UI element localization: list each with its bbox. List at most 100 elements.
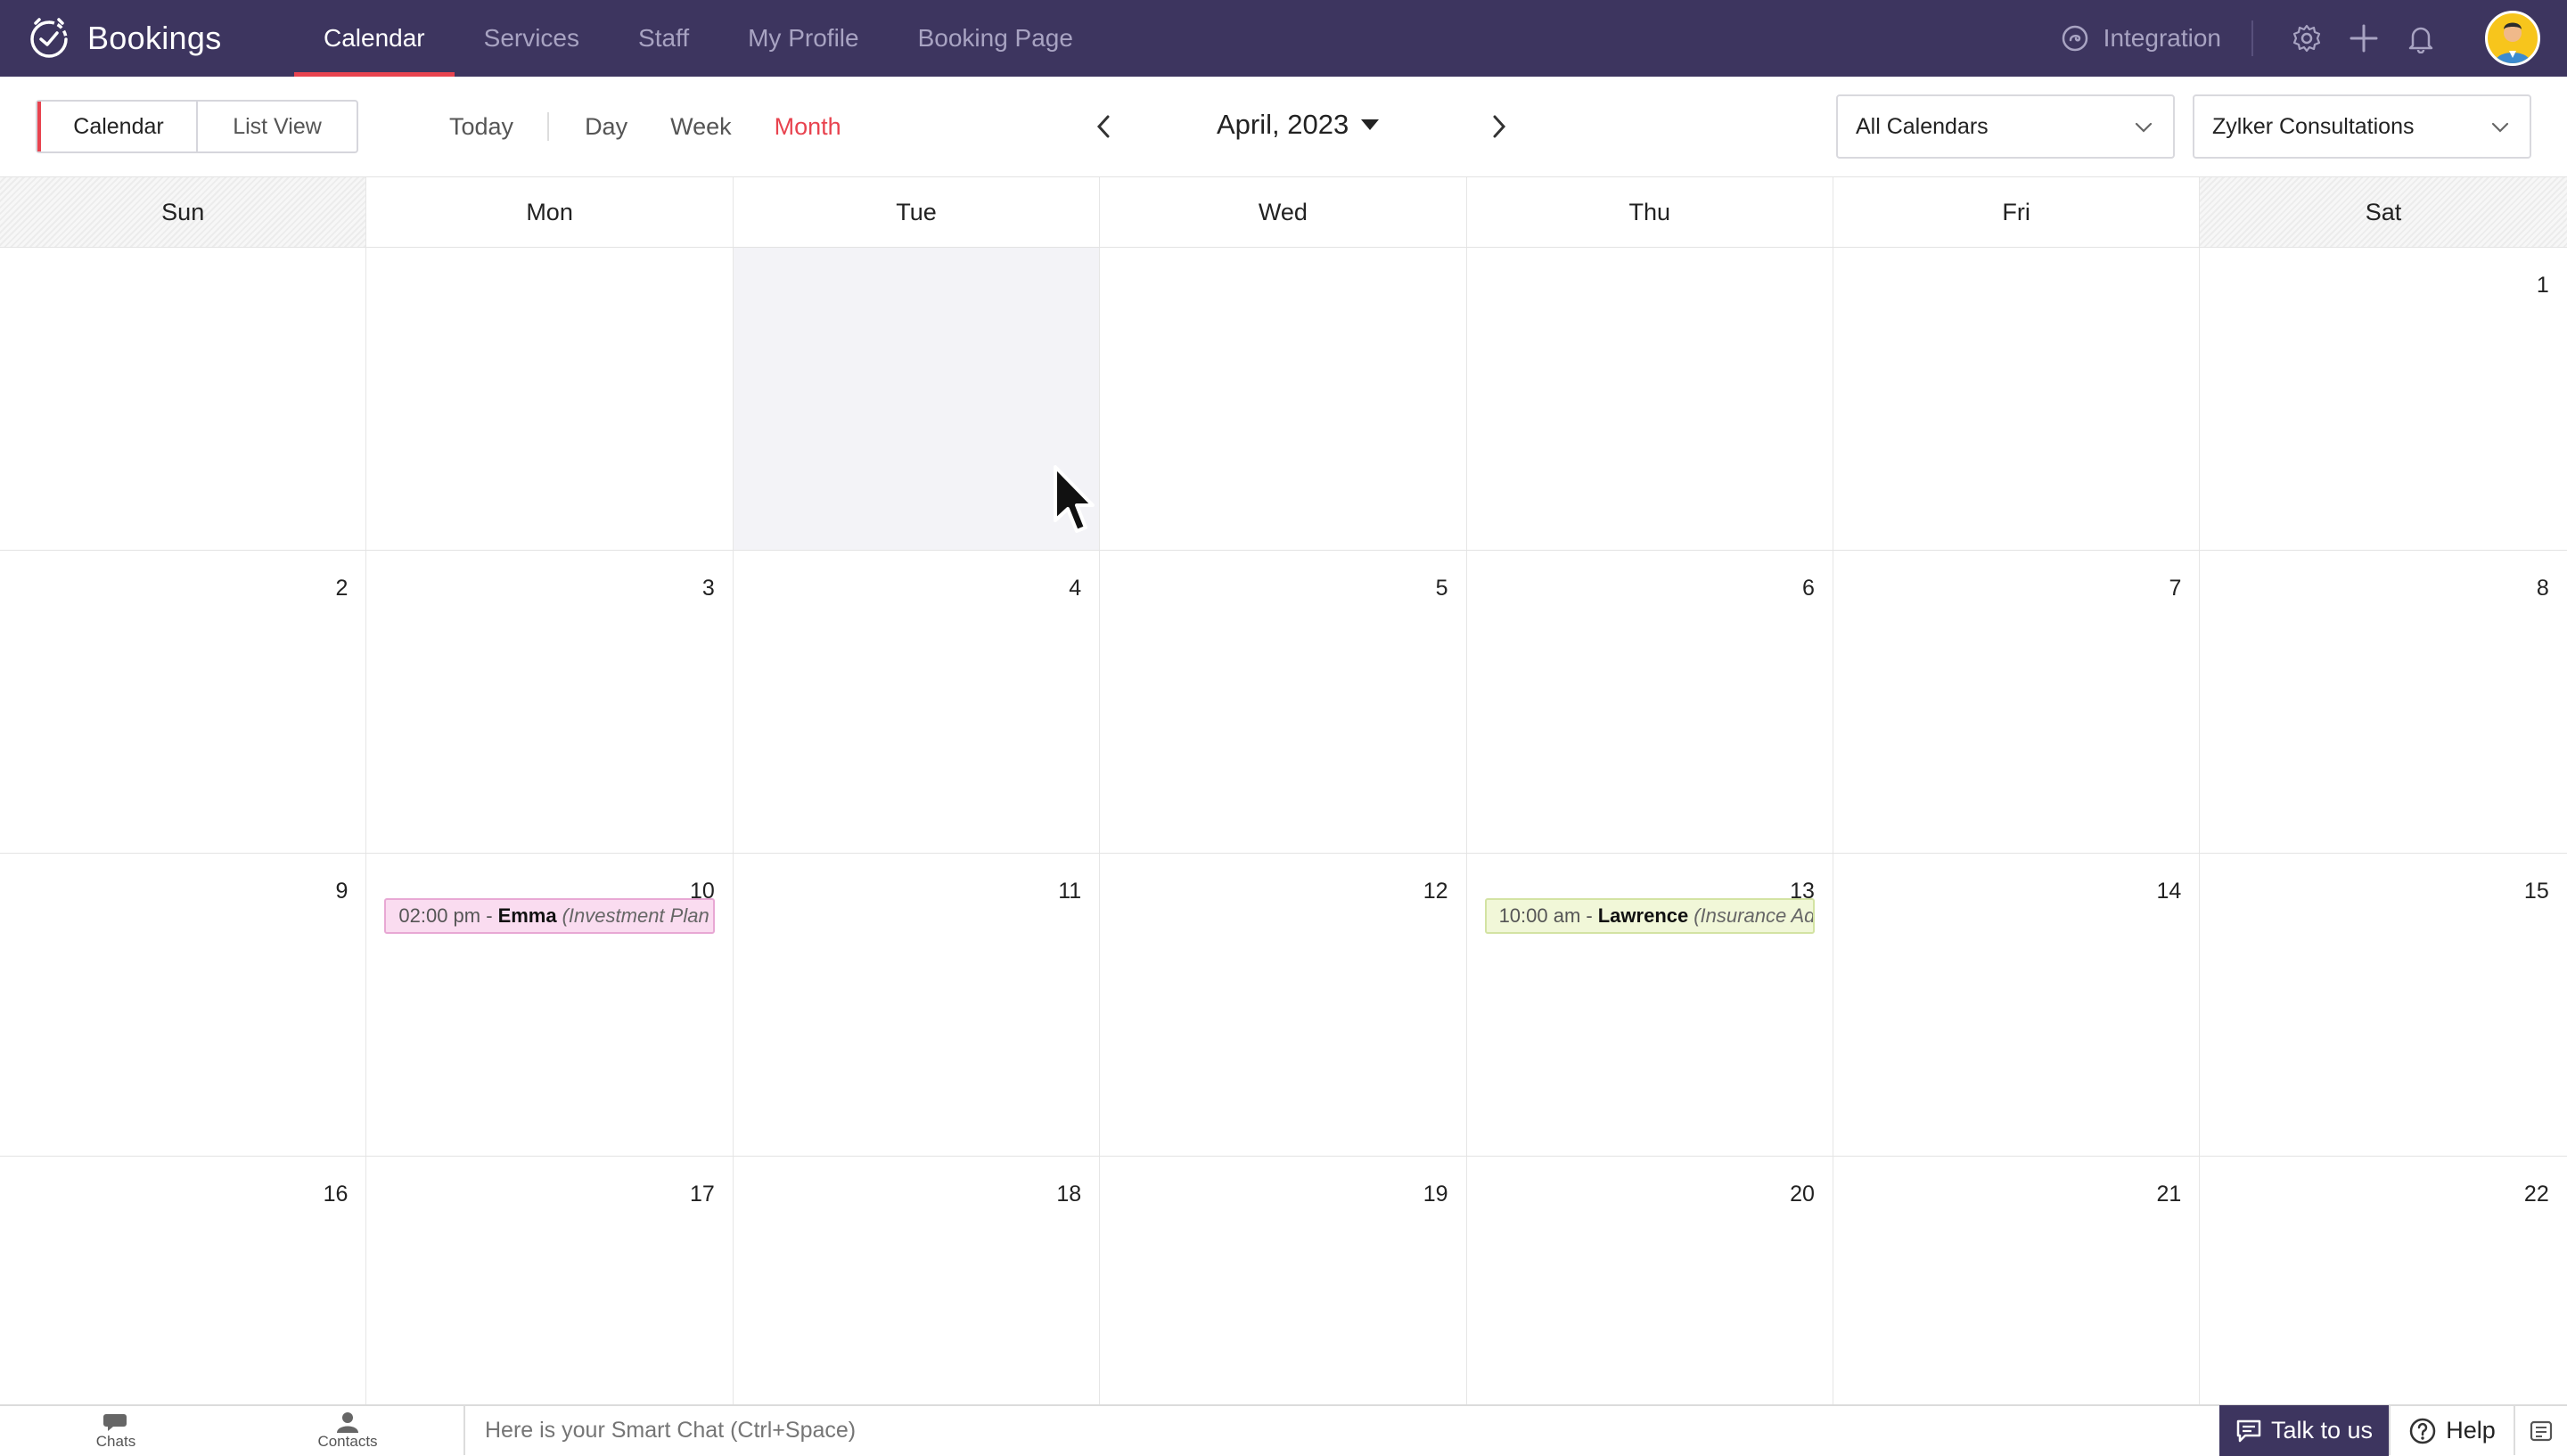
calendar-day-cell[interactable]: 14 [1833,854,2201,1156]
appointment-event-lawrence[interactable]: 10:00 am - Lawrence (Insurance Ad [1484,898,1815,934]
nav-divider [2251,20,2253,56]
tab-calendar[interactable]: Calendar [294,0,455,77]
day-number: 6 [1802,576,1815,601]
bell-icon[interactable] [2405,22,2437,54]
weekday-sat: Sat [2200,177,2567,247]
calendar-view-button[interactable]: Calendar [37,102,198,151]
calendar-day-cell[interactable] [0,248,367,550]
calendar-day-cell[interactable]: 21 [1833,1157,2201,1404]
weekday-fri: Fri [1833,177,2201,247]
day-number: 16 [323,1182,349,1207]
calendar-day-cell[interactable]: 2 [0,551,367,853]
day-number: 15 [2523,879,2549,904]
user-avatar[interactable] [2485,11,2540,66]
week-view-tab[interactable]: Week [649,113,753,141]
list-view-button[interactable]: List View [198,102,357,151]
notes-button[interactable] [2514,1406,2567,1455]
chats-button[interactable]: Chats [0,1406,232,1455]
month-grid: 1 2 3 4 5 6 7 8 9 10 02:00 pm - Emma (In… [0,248,2567,1404]
weekday-header: Sun Mon Tue Wed Thu Fri Sat [0,176,2567,248]
plus-icon[interactable] [2348,22,2380,54]
calendar-day-cell[interactable] [1467,248,1833,550]
app-name: Bookings [87,20,222,56]
day-number: 14 [2156,879,2182,904]
calendar-filter-dropdown[interactable]: All Calendars [1836,94,2175,159]
chat-icon [2236,1419,2261,1442]
integration-icon [2062,25,2087,52]
talk-to-us-label: Talk to us [2270,1417,2374,1444]
calendar-day-cell[interactable]: 12 [1100,854,1467,1156]
smart-chat-input[interactable] [465,1406,2219,1455]
view-toggle: Calendar List View [36,100,358,153]
calendar-day-cell[interactable]: 4 [734,551,1101,853]
bookings-logo-icon [30,18,68,58]
calendar-day-cell[interactable]: 19 [1100,1157,1467,1404]
event-time: 02:00 pm - [398,904,493,927]
month-picker[interactable]: April, 2023 [1217,109,1380,141]
gear-icon[interactable] [2291,22,2323,54]
calendar-week: 2 3 4 5 6 7 8 [0,551,2567,854]
day-number: 17 [689,1182,715,1207]
integration-link[interactable]: Integration [2061,24,2221,53]
chevron-left-icon [1096,115,1110,138]
day-number: 19 [1423,1182,1448,1207]
next-month-button[interactable] [1483,110,1515,143]
calendar-day-cell[interactable]: 1 [2200,248,2566,550]
weekday-tue: Tue [734,177,1101,247]
calendar-day-cell[interactable]: 17 [366,1157,734,1404]
calendar-week: 1 [0,248,2567,551]
calendar-day-cell[interactable] [1100,248,1467,550]
calendar-day-cell[interactable]: 9 [0,854,367,1156]
day-number: 18 [1056,1182,1082,1207]
weekday-mon: Mon [366,177,734,247]
month-view-tab[interactable]: Month [753,113,863,141]
help-icon [2409,1418,2436,1444]
calendar-day-cell[interactable]: 5 [1100,551,1467,853]
calendar-day-cell[interactable]: 6 [1467,551,1833,853]
chats-label: Chats [95,1432,136,1450]
user-avatar-icon [2495,22,2530,63]
contacts-icon [337,1411,358,1433]
brand[interactable]: Bookings [27,0,267,77]
calendar-day-cell[interactable]: 3 [366,551,734,853]
contacts-button[interactable]: Contacts [232,1406,463,1455]
tab-my-profile[interactable]: My Profile [718,0,888,77]
calendar-day-cell[interactable] [366,248,734,550]
chevron-down-icon [2135,122,2153,133]
previous-month-button[interactable] [1087,110,1119,143]
month-navigator: April, 2023 [1070,100,1515,153]
calendar-day-cell[interactable]: 15 [2200,854,2566,1156]
calendar-day-cell[interactable]: 10 02:00 pm - Emma (Investment Plan [366,854,734,1156]
tab-staff[interactable]: Staff [609,0,718,77]
day-number: 21 [2156,1182,2182,1207]
tab-booking-page[interactable]: Booking Page [889,0,1103,77]
contacts-label: Contacts [317,1432,378,1450]
day-number: 9 [335,879,349,904]
weekday-wed: Wed [1100,177,1467,247]
calendar-toolbar: Calendar List View Today Day Week Month … [0,77,2567,176]
calendar-week: 16 17 18 19 20 21 22 [0,1157,2567,1404]
range-tabs: Today Day Week Month [428,100,863,153]
calendar-day-cell[interactable] [733,248,1101,550]
calendar-day-cell[interactable]: 13 10:00 am - Lawrence (Insurance Ad [1467,854,1833,1156]
calendar-day-cell[interactable] [1833,248,2201,550]
day-view-tab[interactable]: Day [549,113,649,141]
calendar-day-cell[interactable]: 18 [734,1157,1101,1404]
talk-to-us-button[interactable]: Talk to us [2219,1405,2389,1456]
calendar-day-cell[interactable]: 7 [1833,551,2201,853]
calendar-day-cell[interactable]: 11 [734,854,1101,1156]
calendar-day-cell[interactable]: 22 [2200,1157,2566,1404]
weekday-thu: Thu [1467,177,1833,247]
appointment-event-emma[interactable]: 02:00 pm - Emma (Investment Plan [384,898,715,934]
calendar-filter-value: All Calendars [1856,113,1989,139]
help-label: Help [2446,1417,2496,1444]
workspace-dropdown[interactable]: Zylker Consultations [2193,94,2531,159]
calendar-day-cell[interactable]: 8 [2200,551,2566,853]
today-button[interactable]: Today [428,113,547,141]
day-number: 20 [1790,1182,1815,1207]
calendar-day-cell[interactable]: 20 [1467,1157,1833,1404]
tab-services[interactable]: Services [455,0,609,77]
help-button[interactable]: Help [2389,1406,2514,1455]
calendar-day-cell[interactable]: 16 [0,1157,367,1404]
calendar-week: 9 10 02:00 pm - Emma (Investment Plan 11… [0,854,2567,1157]
